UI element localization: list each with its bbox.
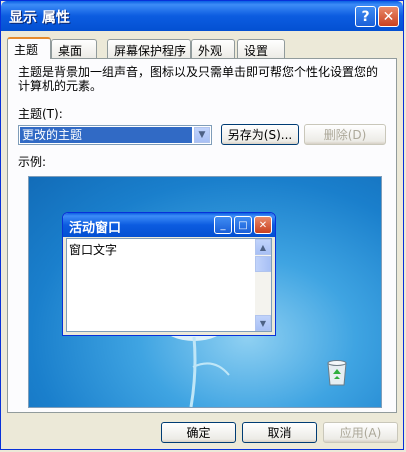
window-title: 显示 属性 xyxy=(9,10,70,26)
preview-window-body: 窗口文字 ▲ ▼ xyxy=(66,238,272,332)
theme-description: 主题是背景加一组声音，图标以及只需单击即可帮您个性化设置您的计算机的元素。 xyxy=(18,65,379,93)
recycle-bin-icon xyxy=(327,360,347,386)
preview-active-window: 活动窗口 _ □ ✕ 窗口文字 ▲ ▼ xyxy=(62,212,276,336)
ok-button[interactable]: 确定 xyxy=(161,422,236,443)
scroll-thumb xyxy=(255,256,271,272)
delete-button[interactable]: 删除(D) xyxy=(304,124,386,145)
scroll-up-icon: ▲ xyxy=(255,239,271,255)
theme-preview: 活动窗口 _ □ ✕ 窗口文字 ▲ ▼ xyxy=(28,176,382,408)
tab-settings[interactable]: 设置 xyxy=(237,39,285,58)
scroll-down-icon: ▼ xyxy=(255,315,271,331)
help-button[interactable]: ? xyxy=(355,6,376,27)
tab-appearance[interactable]: 外观 xyxy=(191,39,235,58)
display-properties-dialog: 显示 属性 ? ✕ 主题 桌面 屏幕保护程序 外观 设置 主题是背景加一组声音，… xyxy=(0,0,404,450)
close-icon: ✕ xyxy=(254,216,272,234)
theme-label: 主题(T): xyxy=(18,107,63,121)
minimize-icon: _ xyxy=(214,216,232,234)
close-icon: ✕ xyxy=(382,8,395,25)
chevron-down-icon[interactable]: ▼ xyxy=(194,127,210,143)
close-button[interactable]: ✕ xyxy=(378,6,399,27)
example-label: 示例: xyxy=(18,155,47,169)
theme-select-value: 更改的主题 xyxy=(20,127,192,143)
help-icon: ? xyxy=(361,8,370,25)
title-bar[interactable]: 显示 属性 ? ✕ xyxy=(1,1,403,31)
save-as-button[interactable]: 另存为(S)... xyxy=(221,124,299,145)
preview-scrollbar: ▲ ▼ xyxy=(255,239,271,331)
themes-panel: 主题是背景加一组声音，图标以及只需单击即可帮您个性化设置您的计算机的元素。 主题… xyxy=(7,58,397,413)
tab-themes[interactable]: 主题 xyxy=(7,37,51,59)
tab-desktop[interactable]: 桌面 xyxy=(51,39,97,58)
preview-window-title: 活动窗口 xyxy=(69,221,122,236)
preview-window-text: 窗口文字 xyxy=(69,243,118,257)
apply-button[interactable]: 应用(A) xyxy=(323,422,398,443)
tab-screensaver[interactable]: 屏幕保护程序 xyxy=(107,39,191,58)
cancel-button[interactable]: 取消 xyxy=(242,422,317,443)
theme-select[interactable]: 更改的主题 ▼ xyxy=(18,125,212,145)
preview-window-titlebar: 活动窗口 _ □ ✕ xyxy=(63,213,275,237)
maximize-icon: □ xyxy=(234,216,252,234)
